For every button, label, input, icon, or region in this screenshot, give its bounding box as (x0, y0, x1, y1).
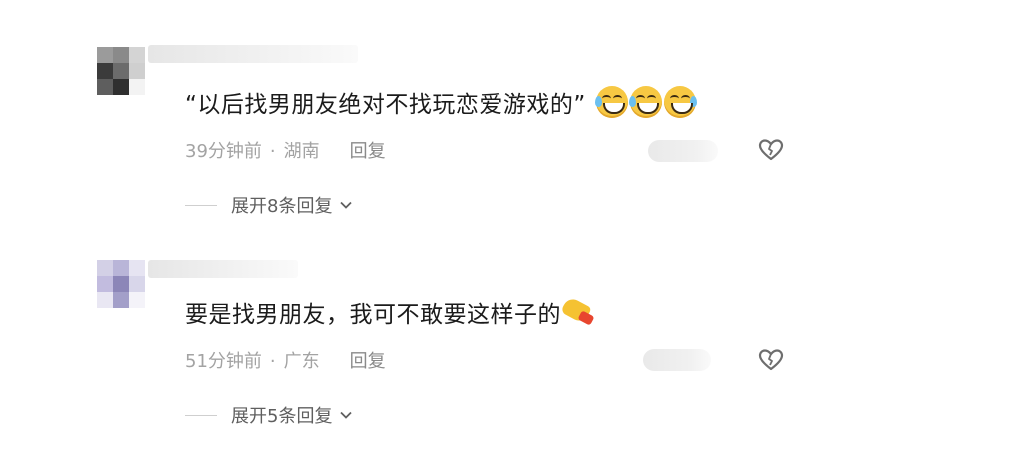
expand-replies-button[interactable]: 展开8条回复 (185, 192, 354, 218)
comment-time: 39分钟前 (185, 141, 262, 162)
comment-meta: 39分钟前 · 湖南 回复 (185, 137, 386, 163)
expand-replies-label: 展开8条回复 (231, 196, 333, 217)
comment-text: “以后找男朋友绝对不找玩恋爱游戏的” (185, 86, 697, 120)
comment-location: 湖南 (283, 141, 320, 162)
chevron-down-icon (340, 411, 353, 419)
reply-button[interactable]: 回复 (350, 351, 386, 372)
chevron-down-icon (340, 201, 353, 209)
meta-separator: · (269, 351, 276, 372)
like-count-blurred (643, 349, 711, 371)
comment-meta: 51分钟前 · 广东 回复 (185, 347, 386, 373)
grinning-sweat-face-icon (594, 86, 628, 118)
heart-icon[interactable] (758, 138, 784, 162)
divider (185, 204, 217, 206)
expand-replies-label: 展开5条回复 (231, 406, 333, 427)
username-blurred[interactable] (148, 45, 358, 63)
comment-time: 51分钟前 (185, 351, 262, 372)
comment-item: “以后找男朋友绝对不找玩恋爱游戏的” 39分钟前 · 湖南 回复 展开8条回复 (0, 0, 1020, 230)
like-count-blurred (648, 140, 718, 162)
dog-paw-icon (560, 295, 595, 327)
divider (185, 414, 217, 416)
reply-button[interactable]: 回复 (350, 141, 386, 162)
avatar[interactable] (97, 260, 145, 308)
meta-separator: · (269, 141, 276, 162)
comment-text: 要是找男朋友，我可不敢要这样子的 (185, 295, 595, 330)
comment-item: 要是找男朋友，我可不敢要这样子的 51分钟前 · 广东 回复 展开5条回复 (0, 230, 1020, 452)
comment-location: 广东 (283, 351, 320, 372)
grinning-sweat-face-icon (628, 86, 662, 118)
expand-replies-button[interactable]: 展开5条回复 (185, 402, 354, 428)
username-blurred[interactable] (148, 260, 298, 278)
avatar[interactable] (97, 47, 145, 95)
grinning-sweat-face-icon (663, 86, 697, 118)
heart-icon[interactable] (758, 348, 784, 372)
